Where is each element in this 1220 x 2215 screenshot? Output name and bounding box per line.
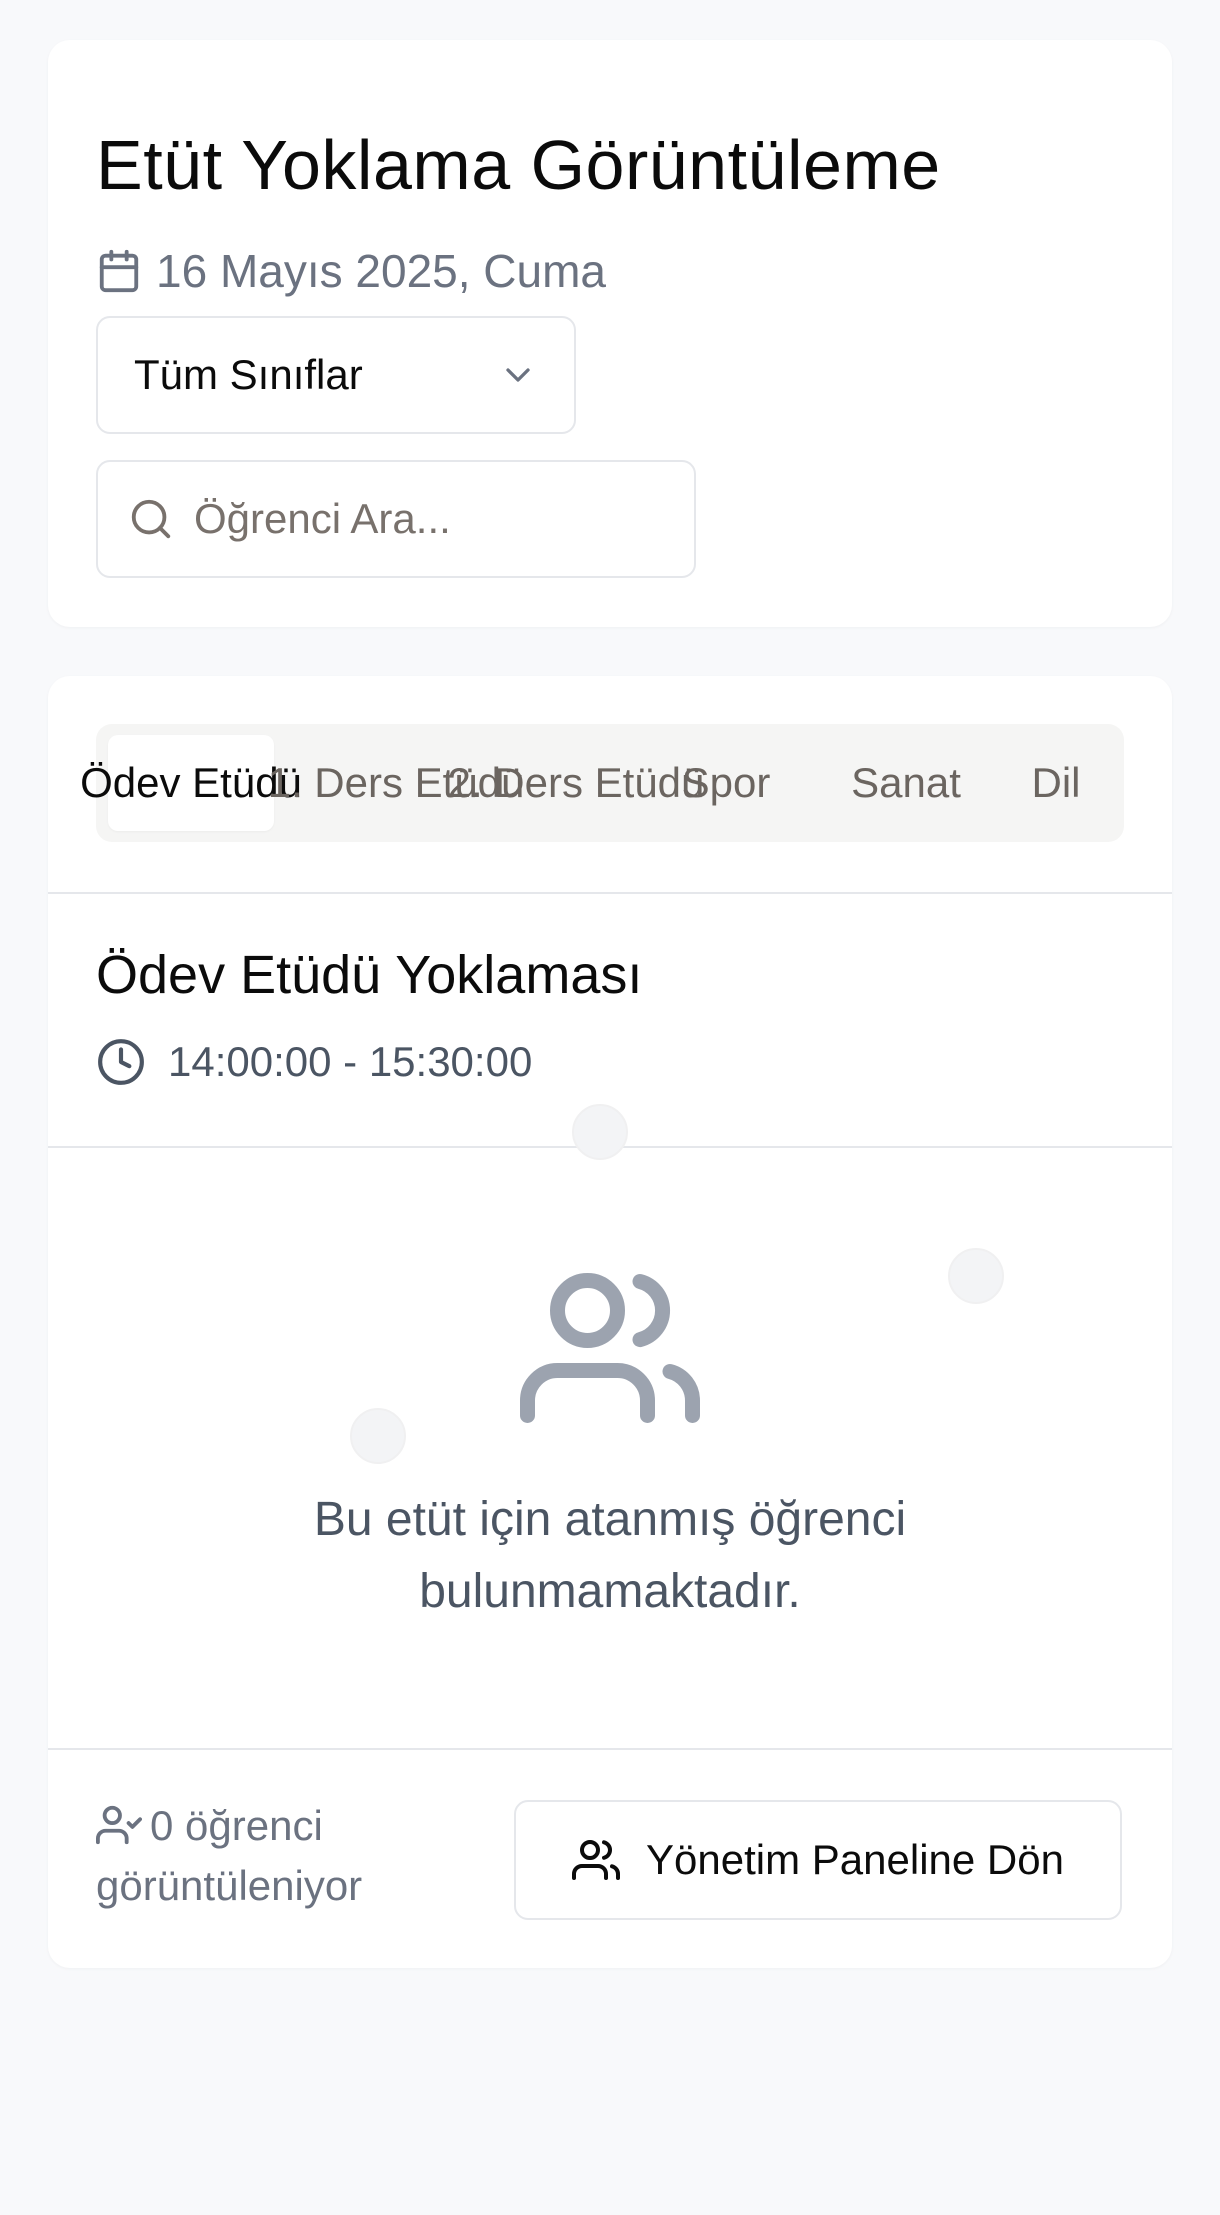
- tab-odev-etudu[interactable]: Ödev Etüdü: [80, 735, 302, 831]
- page-title: Etüt Yoklama Görüntüleme: [96, 126, 941, 204]
- chevron-down-icon: [506, 368, 530, 382]
- student-count: 0 öğrenci görüntüleniyor: [96, 1796, 516, 1916]
- back-button-label: Yönetim Paneline Dön: [646, 1836, 1064, 1883]
- loading-dot: [350, 1408, 406, 1464]
- divider: [48, 892, 1172, 894]
- tab-label: Spor: [681, 759, 771, 806]
- clock-icon: [98, 1039, 144, 1085]
- tab-spor[interactable]: Spor: [676, 735, 776, 831]
- calendar-icon: [99, 249, 139, 293]
- tab-ders-etudu-2[interactable]: 2. Ders Etüdü: [448, 735, 705, 831]
- empty-state-message: Bu etüt için atanmış öğrenci bulunmamakt…: [313, 1493, 907, 1618]
- tab-sanat[interactable]: Sanat: [836, 735, 976, 831]
- class-filter-select[interactable]: Tüm Sınıflar: [96, 316, 576, 434]
- header-card: Etüt Yoklama Görüntüleme 16 Mayıs 2025, …: [48, 40, 1172, 627]
- session-time-text: 14:00:00 - 15:30:00: [168, 1038, 533, 1085]
- date-display: 16 Mayıs 2025, Cuma: [96, 243, 606, 299]
- back-to-admin-button[interactable]: Yönetim Paneline Dön: [514, 1800, 1122, 1920]
- users-icon: [520, 1273, 700, 1423]
- session-title: Ödev Etüdü Yoklaması: [96, 945, 643, 1005]
- student-search[interactable]: [96, 460, 696, 578]
- class-filter-value: Tüm Sınıflar: [134, 351, 363, 398]
- loading-dot: [948, 1248, 1004, 1304]
- session-tabs: Ödev Etüdü 1. Ders Etüdü 2. Ders Etüdü S…: [80, 724, 1124, 842]
- session-time: 14:00:00 - 15:30:00: [96, 1034, 532, 1090]
- users-icon: [572, 1840, 621, 1880]
- tab-label: Dil: [1031, 759, 1081, 806]
- tab-dil[interactable]: Dil: [1016, 735, 1096, 831]
- divider: [48, 1748, 1172, 1750]
- tab-label: Sanat: [851, 759, 961, 806]
- search-icon: [131, 499, 171, 539]
- loading-dot: [572, 1104, 628, 1160]
- date-text: 16 Mayıs 2025, Cuma: [156, 245, 607, 297]
- search-input[interactable]: [194, 495, 674, 543]
- user-check-icon: [96, 1805, 142, 1845]
- attendance-card: Ödev Etüdü 1. Ders Etüdü 2. Ders Etüdü S…: [48, 676, 1172, 1968]
- tab-label: 2. Ders Etüdü: [447, 759, 705, 806]
